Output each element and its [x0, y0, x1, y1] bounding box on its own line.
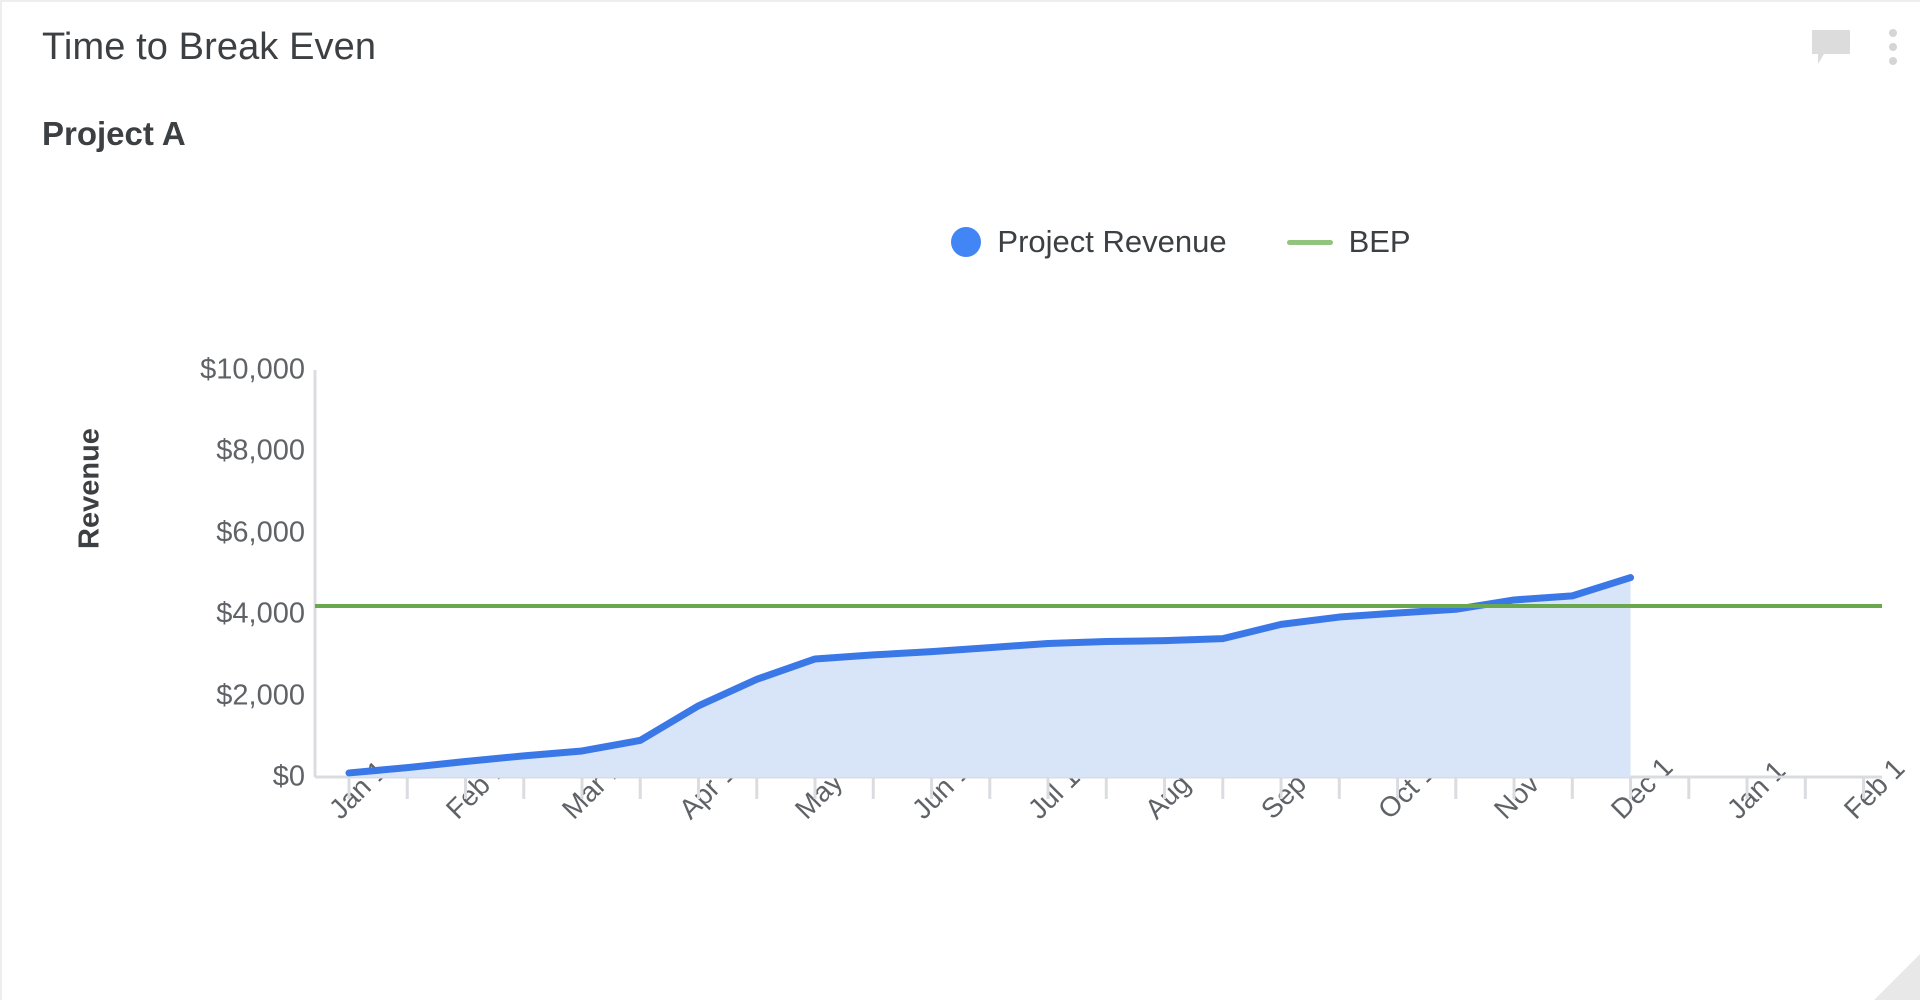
plot-svg: [313, 370, 1882, 799]
chart-card: Time to Break Even Project A Project Rev…: [0, 0, 1920, 1000]
chart-plot-area[interactable]: Revenue $10,000 $8,000 $6,000 $4,000 $2,000 $…: [2, 2, 1920, 1000]
resize-handle[interactable]: [1874, 954, 1920, 1000]
